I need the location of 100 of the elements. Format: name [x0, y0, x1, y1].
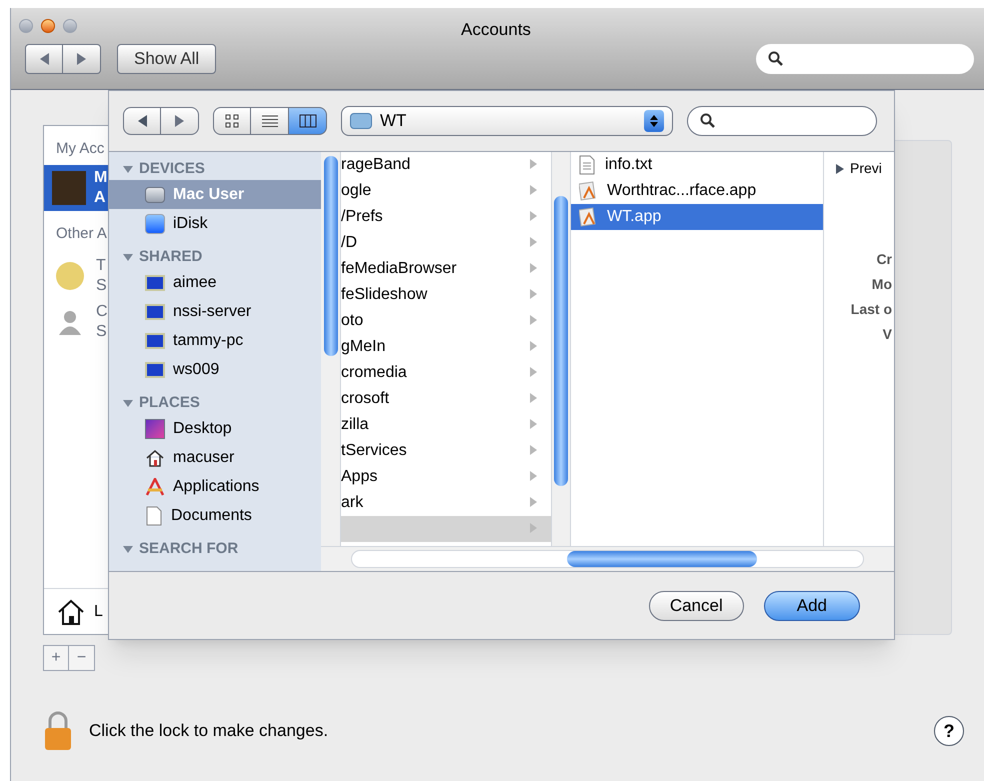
file-row[interactable]: WT.app — [571, 204, 823, 230]
browser-row[interactable]: cromedia — [341, 360, 551, 386]
chevron-right-icon — [530, 341, 537, 351]
browser-row[interactable]: ogle — [341, 178, 551, 204]
columns-icon — [298, 114, 316, 128]
monitor-icon — [145, 332, 165, 348]
account-type: A — [94, 188, 107, 208]
chevron-right-icon — [530, 497, 537, 507]
chevron-right-icon — [530, 159, 537, 169]
back-button[interactable] — [123, 107, 161, 135]
list-view-button[interactable] — [251, 107, 289, 135]
text-file-icon — [579, 155, 595, 175]
avatar-placeholder — [52, 170, 86, 204]
scrollbar-thumb[interactable] — [554, 196, 568, 486]
account-name: M — [94, 168, 108, 188]
browser-row[interactable]: /Prefs — [341, 204, 551, 230]
chevron-right-icon — [530, 237, 537, 247]
sidebar-heading: SHARED — [139, 246, 202, 267]
file-row[interactable]: Worthtrac...rface.app — [571, 178, 823, 204]
browser-row[interactable]: zilla — [341, 412, 551, 438]
browser-row[interactable]: crosoft — [341, 386, 551, 412]
section-header: My Acc — [56, 139, 104, 159]
padlock-icon[interactable] — [43, 711, 73, 751]
search-icon — [768, 51, 784, 67]
chevron-right-icon — [530, 211, 537, 221]
scrollbar-thumb[interactable] — [567, 551, 757, 567]
forward-button[interactable] — [63, 44, 101, 74]
account-type: S — [96, 322, 108, 342]
minimize-icon[interactable] — [41, 19, 55, 33]
pencil-ruler-icon — [145, 478, 165, 496]
sidebar-item[interactable]: Applications — [109, 472, 321, 501]
remove-account-button[interactable]: − — [69, 645, 95, 671]
chevron-right-icon — [530, 185, 537, 195]
chevron-right-icon — [530, 445, 537, 455]
search-icon — [700, 113, 716, 129]
scrollbar-thumb[interactable] — [324, 156, 338, 356]
sidebar-item[interactable]: iDisk — [109, 209, 321, 238]
person-silhouette-icon — [56, 308, 84, 336]
hard-drive-icon — [145, 186, 165, 202]
account-name: C — [96, 302, 108, 322]
path-popup[interactable]: WT — [341, 106, 673, 136]
account-name: T — [96, 256, 107, 276]
app-icon — [579, 181, 597, 201]
show-all-button[interactable]: Show All — [117, 44, 216, 74]
back-button[interactable] — [25, 44, 63, 74]
monitor-icon — [145, 274, 165, 290]
path-label: WT — [380, 110, 406, 132]
chevron-right-icon — [530, 419, 537, 429]
monitor-icon — [145, 304, 165, 320]
sidebar-item[interactable]: tammy-pc — [109, 326, 321, 355]
forward-button[interactable] — [161, 107, 199, 135]
browser-row[interactable]: gMeIn — [341, 334, 551, 360]
chevron-right-icon — [530, 393, 537, 403]
column-view-button[interactable] — [289, 107, 327, 135]
chevron-right-icon — [530, 315, 537, 325]
disclosure-triangle-icon — [836, 164, 844, 174]
browser-row[interactable]: feMediaBrowser — [341, 256, 551, 282]
sidebar-item[interactable]: macuser — [109, 443, 321, 472]
browser-row[interactable]: rageBand — [341, 152, 551, 178]
preview-label: Mo — [872, 275, 892, 294]
browser-row[interactable]: ark — [341, 490, 551, 516]
preview-label: Last o — [850, 300, 892, 319]
search-field[interactable] — [756, 44, 974, 74]
desktop-icon — [145, 418, 165, 438]
chevron-right-icon — [530, 263, 537, 273]
chevron-right-icon — [530, 471, 537, 481]
app-icon — [579, 207, 597, 227]
sidebar-item[interactable]: Desktop — [109, 414, 321, 443]
disclosure-triangle-icon — [123, 546, 133, 552]
preview-label: Cr — [876, 250, 892, 269]
house-icon — [145, 448, 165, 466]
browser-row[interactable]: /D — [341, 230, 551, 256]
disclosure-triangle-icon — [123, 254, 133, 260]
browser-row[interactable]: Apps — [341, 464, 551, 490]
folder-icon — [350, 113, 372, 129]
horizontal-scrollbar[interactable] — [351, 550, 864, 568]
icon-view-button[interactable] — [213, 107, 251, 135]
sidebar-item[interactable]: aimee — [109, 268, 321, 297]
disclosure-triangle-icon — [123, 400, 133, 406]
browser-row[interactable]: oto — [341, 308, 551, 334]
add-button[interactable]: Add — [764, 590, 860, 620]
sidebar-item[interactable]: Documents — [109, 501, 321, 530]
add-account-button[interactable]: + — [43, 645, 69, 671]
window-title: Accounts — [461, 19, 531, 41]
sidebar-heading: SEARCH FOR — [139, 538, 238, 559]
preview-toggle[interactable]: Previ — [850, 158, 882, 179]
preview-label: V — [882, 325, 892, 344]
browser-row[interactable]: feSlideshow — [341, 282, 551, 308]
search-field[interactable] — [687, 106, 877, 136]
browser-row[interactable]: tServices — [341, 438, 551, 464]
sidebar-heading: PLACES — [139, 392, 200, 413]
sidebar-item[interactable]: ws009 — [109, 355, 321, 384]
login-options-label[interactable]: L — [94, 600, 103, 624]
sidebar-heading: DEVICES — [139, 158, 205, 179]
file-row[interactable]: info.txt — [571, 152, 823, 178]
popup-arrows-icon — [644, 110, 664, 132]
help-button[interactable]: ? — [934, 716, 964, 746]
chevron-right-icon — [530, 367, 537, 377]
sidebar-item[interactable]: nssi-server — [109, 297, 321, 326]
cancel-button[interactable]: Cancel — [648, 590, 744, 620]
